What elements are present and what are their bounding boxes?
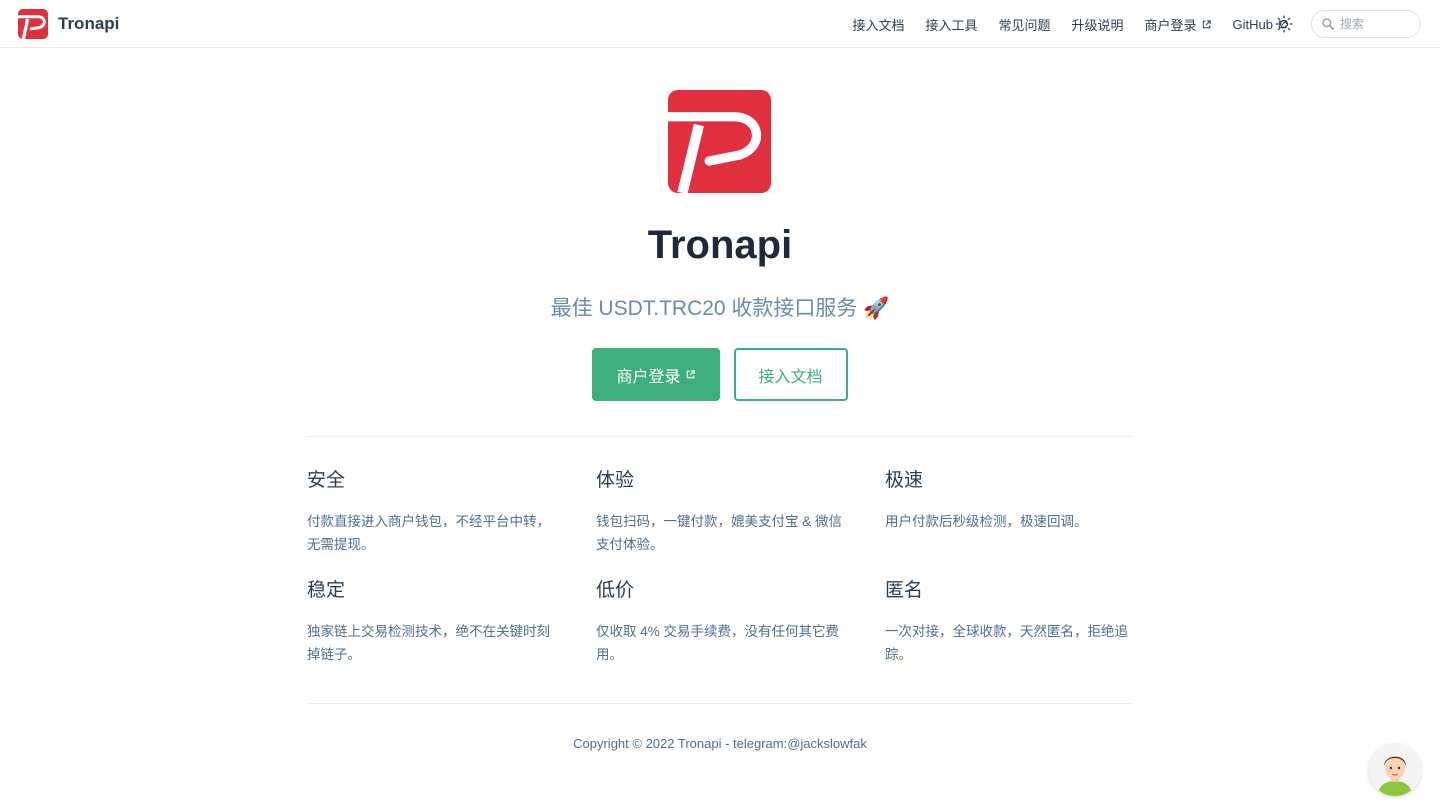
- feature-details: 仅收取 4% 交易手续费，没有任何其它费用。: [596, 624, 840, 662]
- features-grid: 安全 付款直接进入商户钱包，不经平台中转，无需提现。 体验 钱包扫码，一键付款，媲美支…: [307, 466, 1132, 666]
- feature-title: 匿名: [885, 580, 924, 601]
- nav-link-0[interactable]: 接入文档: [852, 15, 904, 34]
- docs-button[interactable]: 接入文档: [733, 348, 848, 401]
- docs-button-label: 接入文档: [758, 368, 823, 386]
- feature-details: 一次对接，全球收款，天然匿名，拒绝追踪。: [885, 624, 1128, 662]
- feature-details: 独家链上交易检测技术，绝不在关键时刻掉链子。: [307, 624, 550, 662]
- feature-details: 用户付款后秒级检测，极速回调。: [885, 514, 1088, 529]
- feature-card: 体验钱包扫码，一键付款，媲美支付宝 & 微信支付体验。: [596, 466, 844, 556]
- feature-title: 极速: [885, 470, 924, 491]
- user-avatar[interactable]: [1369, 744, 1421, 796]
- tronapi-logo-icon: [18, 9, 48, 39]
- hero-description: 最佳 USDT.TRC20 收款接口服务 🚀: [550, 297, 890, 320]
- navbar: Tronapi 接入文档 接入工具 常见问题 升级说明 商户登录 GitHub: [0, 0, 1440, 48]
- nav-links: 接入文档 接入工具 常见问题 升级说明 商户登录 GitHub: [831, 0, 1288, 48]
- feature-title: 体验: [596, 470, 635, 491]
- nav-link-label: 接入文档: [852, 17, 905, 33]
- feature-card: 安全付款直接进入商户钱包，不经平台中转，无需提现。: [307, 466, 555, 556]
- nav-link-1[interactable]: 接入工具: [925, 15, 977, 34]
- brand-name: Tronapi: [58, 14, 120, 33]
- feature-card: 匿名一次对接，全球收款，天然匿名，拒绝追踪。: [885, 576, 1133, 666]
- feature-details: 钱包扫码，一键付款，媲美支付宝 & 微信支付体验。: [596, 514, 843, 552]
- nav-link-label: 商户登录: [1144, 17, 1197, 33]
- search-box[interactable]: [1311, 10, 1421, 38]
- nav-link-label: 升级说明: [1071, 17, 1124, 33]
- sun-icon[interactable]: [1274, 14, 1294, 34]
- nav-link-2[interactable]: 常见问题: [998, 15, 1050, 34]
- feature-card: 低价仅收取 4% 交易手续费，没有任何其它费用。: [596, 576, 844, 666]
- hero-logo-icon: [668, 90, 771, 193]
- nav-link-4[interactable]: 商户登录: [1145, 15, 1212, 34]
- nav-link-3[interactable]: 升级说明: [1072, 15, 1124, 34]
- footer-copyright: Copyright © 2022 Tronapi - telegram:@jac…: [573, 736, 867, 751]
- feature-title: 稳定: [307, 580, 346, 601]
- hero-divider: [307, 436, 1132, 437]
- feature-details: 付款直接进入商户钱包，不经平台中转，无需提现。: [307, 514, 550, 552]
- feature-title: 安全: [307, 470, 346, 491]
- hero-actions: 商户登录 接入文档: [0, 348, 1440, 401]
- external-link-icon: [1202, 19, 1211, 28]
- avatar-face-icon: [1369, 744, 1421, 796]
- nav-link-label: GitHub: [1232, 16, 1273, 32]
- feature-card: 极速用户付款后秒级检测，极速回调。: [885, 466, 1133, 556]
- search-input[interactable]: [1340, 17, 1410, 31]
- feature-card: 稳定独家链上交易检测技术，绝不在关键时刻掉链子。: [307, 576, 555, 666]
- hero-title: Tronapi: [647, 223, 793, 267]
- merchant-login-button[interactable]: 商户登录: [592, 348, 720, 401]
- brand-link[interactable]: Tronapi: [18, 8, 119, 40]
- nav-link-label: 接入工具: [925, 17, 978, 33]
- search-icon: [1322, 18, 1335, 31]
- merchant-login-label: 商户登录: [616, 368, 681, 386]
- external-link-icon: [686, 370, 695, 379]
- feature-title: 低价: [596, 580, 635, 601]
- nav-link-label: 常见问题: [998, 17, 1051, 33]
- footer-divider: [307, 703, 1132, 704]
